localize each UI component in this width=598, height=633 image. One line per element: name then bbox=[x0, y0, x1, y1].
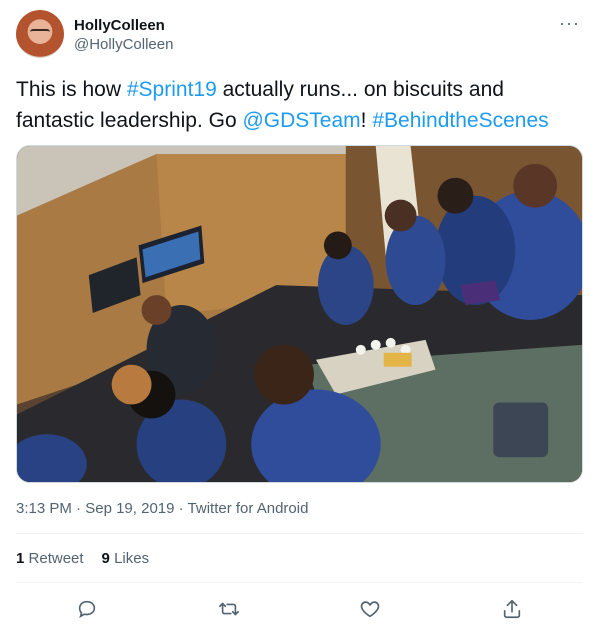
tweet-line-1: This is how #Sprint19 actually runs... o… bbox=[16, 74, 586, 105]
tweet-line-2: fantastic leadership. Go @GDSTeam! #Behi… bbox=[16, 105, 586, 136]
divider bbox=[16, 533, 583, 534]
retweet-icon[interactable] bbox=[214, 594, 244, 624]
hashtag-behindthescenes[interactable]: #BehindtheScenes bbox=[372, 109, 548, 132]
tweet-text-segment: ! bbox=[360, 109, 373, 132]
avatar-glasses bbox=[30, 29, 50, 35]
more-horizontal-icon[interactable]: ··· bbox=[559, 14, 580, 32]
tweet-meta: 3:13 PM · Sep 19, 2019 · Twitter for And… bbox=[16, 500, 308, 517]
retweet-count: 1 bbox=[16, 550, 25, 567]
author-handle[interactable]: @HollyColleen bbox=[74, 35, 173, 54]
tweet-photo[interactable] bbox=[16, 145, 583, 483]
avatar[interactable] bbox=[16, 10, 64, 58]
mention-gdsteam[interactable]: @GDSTeam bbox=[242, 109, 360, 132]
tweet-date[interactable]: Sep 19, 2019 bbox=[85, 500, 174, 517]
meta-separator: · bbox=[174, 500, 188, 517]
tweet-text-segment: actually runs... on biscuits and bbox=[216, 78, 504, 101]
tweet-time[interactable]: 3:13 PM bbox=[16, 500, 72, 517]
reply-icon[interactable] bbox=[72, 594, 102, 624]
photo-illustration bbox=[17, 146, 582, 482]
tweet-text-segment: This is how bbox=[16, 78, 127, 101]
hashtag-sprint19[interactable]: #Sprint19 bbox=[127, 78, 217, 101]
like-count: 9 bbox=[101, 550, 110, 567]
tweet-source[interactable]: Twitter for Android bbox=[188, 500, 309, 517]
share-icon[interactable] bbox=[497, 594, 527, 624]
divider bbox=[16, 582, 583, 583]
tweet-stats: 1 Retweet 9 Likes bbox=[16, 550, 167, 567]
author-display-name[interactable]: HollyColleen bbox=[74, 16, 173, 35]
tweet-actions bbox=[0, 594, 598, 624]
like-label: Likes bbox=[114, 550, 150, 567]
author-names[interactable]: HollyColleen @HollyColleen bbox=[74, 16, 173, 54]
like-icon[interactable] bbox=[355, 594, 385, 624]
retweet-stat[interactable]: 1 Retweet bbox=[16, 550, 84, 567]
tweet-text-segment: fantastic leadership. Go bbox=[16, 109, 243, 132]
tweet-text: This is how #Sprint19 actually runs... o… bbox=[16, 74, 586, 136]
meta-separator: · bbox=[71, 500, 86, 517]
retweet-label: Retweet bbox=[28, 550, 84, 567]
like-stat[interactable]: 9 Likes bbox=[102, 550, 150, 567]
tweet-header: HollyColleen @HollyColleen ··· bbox=[16, 10, 584, 60]
